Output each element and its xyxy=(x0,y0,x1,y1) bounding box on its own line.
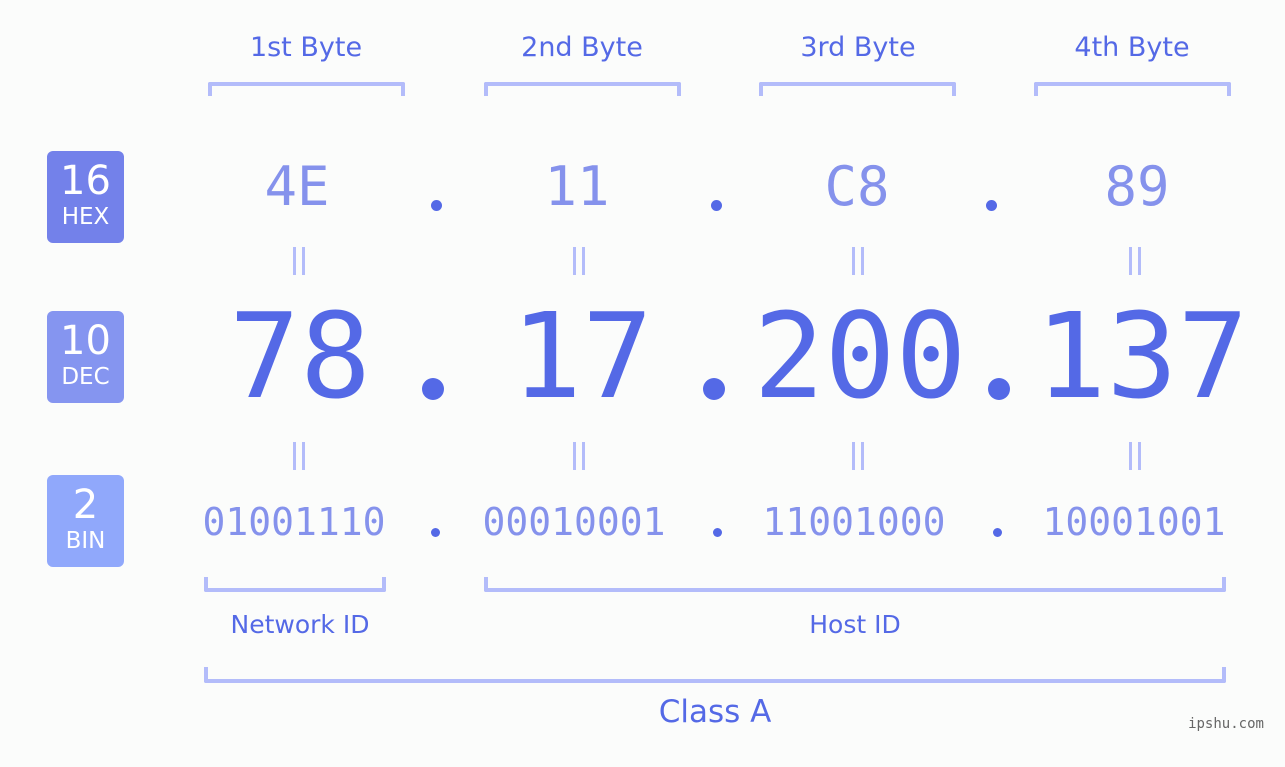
byte-header-2: 2nd Byte xyxy=(521,32,643,63)
host-id-label: Host ID xyxy=(809,610,901,639)
equals-icon xyxy=(291,247,307,275)
byte-header-3: 3rd Byte xyxy=(800,32,916,63)
class-bracket xyxy=(204,667,1226,683)
dec-dot-1 xyxy=(422,378,444,400)
class-label: Class A xyxy=(658,694,772,730)
bin-dot-3 xyxy=(993,528,1002,537)
bin-byte-3: 11001000 xyxy=(762,500,946,544)
hex-dot-2 xyxy=(711,200,722,211)
bin-base-label: BIN xyxy=(65,528,106,554)
bin-badge: 2 BIN xyxy=(47,475,124,567)
equals-icon xyxy=(291,442,307,470)
byte-header-4: 4th Byte xyxy=(1074,32,1190,63)
hex-base-label: HEX xyxy=(61,204,110,230)
dec-badge: 10 DEC xyxy=(47,311,124,403)
byte-header-1: 1st Byte xyxy=(249,32,363,63)
equals-icon xyxy=(1127,247,1143,275)
host-id-bracket xyxy=(484,577,1226,592)
bin-dot-2 xyxy=(713,528,722,537)
dec-dot-2 xyxy=(703,378,725,400)
bin-byte-2: 00010001 xyxy=(482,500,666,544)
hex-byte-4: 89 xyxy=(1104,155,1170,218)
dec-byte-2: 17 xyxy=(510,287,654,425)
byte-bracket-2 xyxy=(484,82,681,96)
dec-base-label: DEC xyxy=(61,364,110,390)
byte-bracket-1 xyxy=(208,82,405,96)
bin-byte-1: 01001110 xyxy=(202,500,386,544)
byte-bracket-3 xyxy=(759,82,956,96)
dec-byte-3: 200 xyxy=(753,287,967,425)
dec-base-number: 10 xyxy=(60,318,111,364)
network-id-label: Network ID xyxy=(230,610,370,639)
bin-dot-1 xyxy=(431,528,440,537)
hex-dot-3 xyxy=(986,200,997,211)
dec-dot-3 xyxy=(988,378,1010,400)
bin-base-number: 2 xyxy=(72,482,99,528)
hex-base-number: 16 xyxy=(60,158,111,204)
watermark: ipshu.com xyxy=(1188,716,1264,732)
equals-icon xyxy=(850,442,866,470)
byte-bracket-4 xyxy=(1034,82,1231,96)
equals-icon xyxy=(1127,442,1143,470)
hex-byte-3: C8 xyxy=(824,155,890,218)
equals-icon xyxy=(571,247,587,275)
dec-byte-1: 78 xyxy=(228,287,372,425)
equals-icon xyxy=(850,247,866,275)
hex-dot-1 xyxy=(431,200,442,211)
hex-byte-1: 4E xyxy=(264,155,330,218)
dec-byte-4: 137 xyxy=(1035,287,1249,425)
hex-badge: 16 HEX xyxy=(47,151,124,243)
network-id-bracket xyxy=(204,577,386,592)
bin-byte-4: 10001001 xyxy=(1042,500,1226,544)
hex-byte-2: 11 xyxy=(544,155,610,218)
equals-icon xyxy=(571,442,587,470)
